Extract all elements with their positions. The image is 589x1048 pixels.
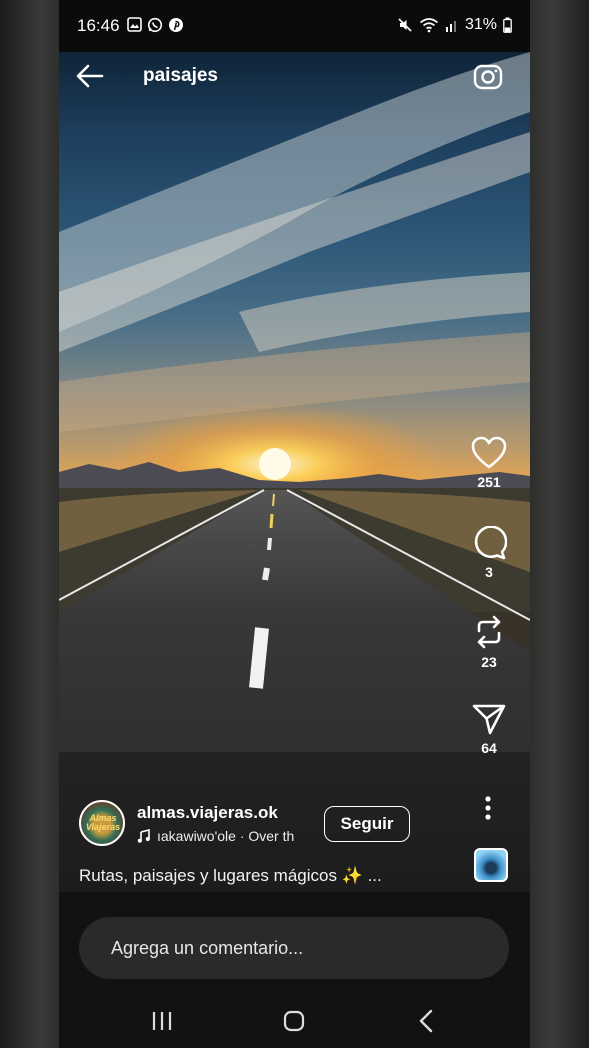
more-options-icon[interactable] [478, 795, 498, 821]
like-count: 251 [477, 474, 501, 490]
repost-count: 23 [481, 654, 497, 670]
follow-button[interactable]: Seguir [324, 806, 410, 842]
home-icon[interactable] [274, 1006, 314, 1036]
top-bar: paisajes [59, 52, 530, 100]
avatar[interactable]: Almas Viajeras [79, 800, 125, 846]
comment-input[interactable] [79, 917, 509, 979]
repost-action[interactable]: 23 [466, 614, 512, 670]
wifi-icon [419, 18, 439, 33]
signal-icon [445, 21, 456, 32]
comment-icon[interactable] [471, 526, 507, 560]
status-time: 16:46 [77, 16, 120, 35]
music-label: ıakawiwo'ole · Over th [157, 828, 295, 844]
music-note-icon [137, 829, 150, 843]
background-left [0, 0, 59, 1048]
heart-icon[interactable] [471, 436, 507, 470]
avatar-logo-text: Almas Viajeras [85, 813, 121, 832]
back-arrow-icon[interactable] [75, 62, 105, 90]
image-icon [127, 17, 142, 32]
status-bar: 16:46 31% [59, 0, 530, 52]
battery-percent: 31% [464, 16, 497, 33]
whatsapp-icon [147, 17, 163, 33]
status-notification-icons [127, 17, 184, 33]
battery-icon [503, 17, 512, 33]
repost-icon[interactable] [471, 614, 507, 650]
music-info[interactable]: ıakawiwo'ole · Over th [137, 828, 317, 844]
recent-apps-icon[interactable] [142, 1006, 182, 1036]
comment-action[interactable]: 3 [466, 526, 512, 580]
status-system-icons: 31% [397, 16, 512, 34]
post-caption[interactable]: Rutas, paisajes y lugares mágicos ✨ ... [79, 866, 382, 886]
comment-bar [59, 892, 530, 996]
like-action[interactable]: 251 [466, 436, 512, 490]
camera-icon[interactable] [472, 61, 504, 91]
pinterest-icon [169, 18, 183, 32]
page-title: paisajes [143, 65, 218, 86]
phone-screen: 16:46 31% paisajes 251 3 23 64 Almas Via… [59, 0, 530, 1048]
background-right [530, 0, 589, 1048]
share-action[interactable]: 64 [466, 702, 512, 756]
audio-thumbnail[interactable] [474, 848, 508, 882]
reel-video[interactable] [59, 52, 530, 892]
system-nav-bar [59, 996, 530, 1048]
landscape-scene [59, 52, 530, 892]
send-icon[interactable] [471, 702, 507, 736]
system-back-icon[interactable] [407, 1006, 447, 1036]
comment-count: 3 [485, 564, 493, 580]
username[interactable]: almas.viajeras.ok [137, 803, 278, 823]
mute-icon [398, 18, 412, 32]
share-count: 64 [481, 740, 497, 756]
